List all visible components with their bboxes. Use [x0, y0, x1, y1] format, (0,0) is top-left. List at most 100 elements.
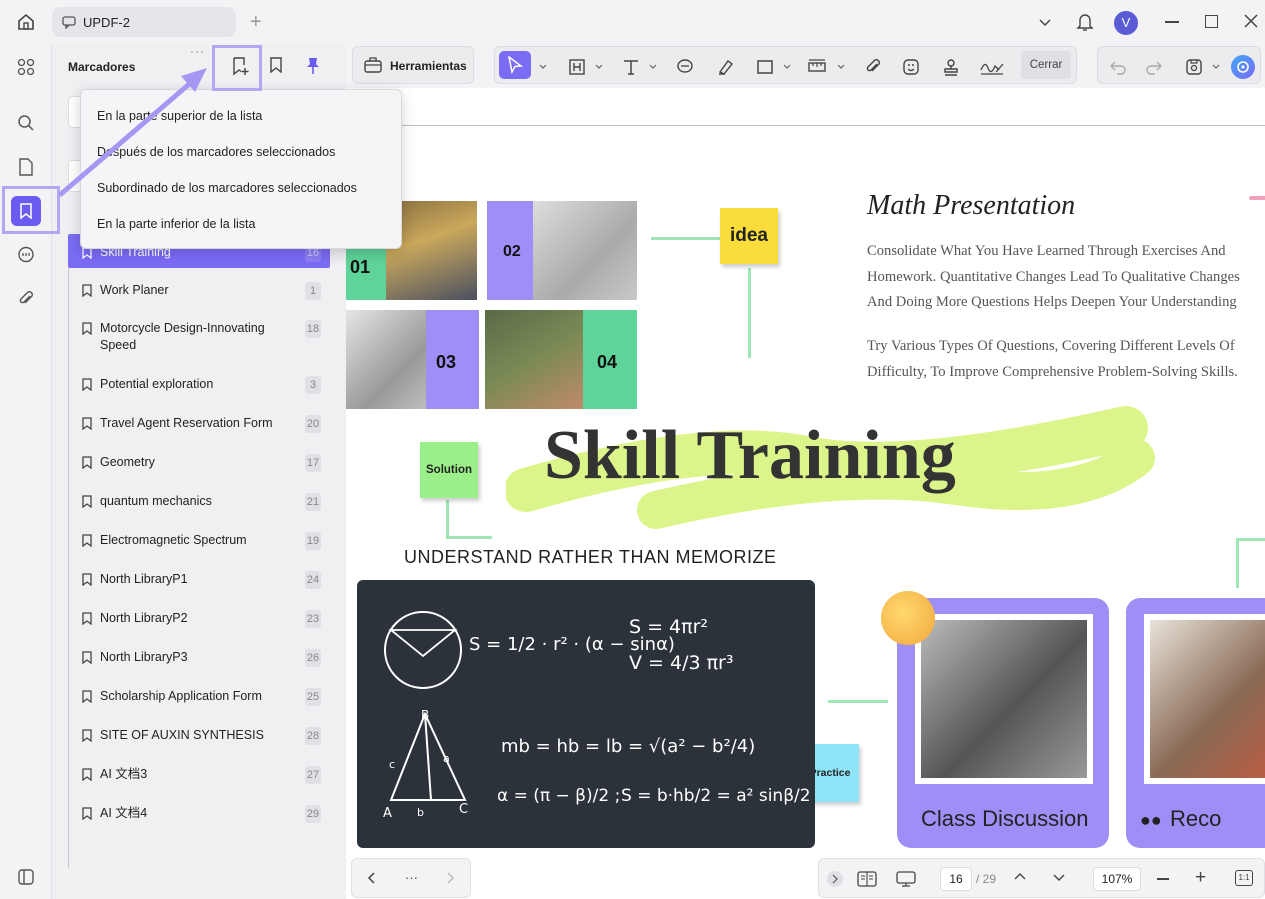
bookmark-label: Travel Agent Reservation Form	[100, 416, 273, 430]
minimize-button[interactable]	[1165, 21, 1179, 23]
bookmark-label: Scholarship Application Form	[100, 689, 262, 703]
search-icon[interactable]	[11, 108, 41, 138]
bookmark-icon	[82, 651, 92, 664]
paperclip-icon[interactable]	[863, 57, 883, 77]
page-number-input[interactable]: 16	[940, 867, 972, 891]
stamp-icon[interactable]	[941, 57, 961, 77]
thumbnails-grid-icon[interactable]	[11, 52, 41, 82]
chevron-down-icon[interactable]	[1052, 873, 1066, 883]
chevron-down-icon[interactable]	[533, 57, 553, 77]
bookmark-label: Potential exploration	[100, 377, 214, 391]
bookmark-label: Electromagnetic Spectrum	[100, 533, 247, 547]
tile-number-04: 04	[597, 352, 618, 372]
sticker-icon[interactable]	[901, 57, 921, 77]
collapse-icon[interactable]	[827, 871, 843, 887]
presentation-icon[interactable]	[895, 870, 917, 888]
drag-handle[interactable]: ···	[190, 44, 205, 58]
pin-icon[interactable]	[305, 56, 321, 76]
maximize-button[interactable]	[1205, 15, 1218, 28]
zoom-level[interactable]: 107%	[1093, 867, 1141, 891]
chevron-left-icon[interactable]	[366, 871, 376, 885]
blackboard: S = 1/2 · r² · (α − sinα) S = 4πr² V = 4…	[357, 580, 815, 848]
notification-bell-icon[interactable]	[1076, 12, 1094, 32]
bookmark-icon	[82, 534, 92, 547]
chevron-down-icon[interactable]	[831, 57, 851, 77]
text-icon[interactable]	[621, 57, 641, 77]
connector-line	[651, 237, 721, 240]
page-icon[interactable]	[11, 152, 41, 182]
bookmark-icon	[82, 456, 92, 469]
new-tab-plus-icon[interactable]: +	[250, 12, 262, 32]
page-nav-left: ···	[351, 858, 471, 898]
bookmark-page: 18	[305, 320, 321, 338]
undo-icon[interactable]	[1108, 57, 1128, 77]
math-title: Math Presentation	[867, 190, 1076, 221]
zoom-in-icon[interactable]: +	[1195, 868, 1206, 887]
headline: Skill Training	[544, 417, 956, 494]
highlighter-icon[interactable]	[715, 57, 735, 77]
ai-assistant-icon[interactable]	[1231, 55, 1255, 79]
chevron-down-icon[interactable]	[589, 57, 609, 77]
bookmark-page: 3	[305, 376, 321, 394]
attachment-icon[interactable]	[11, 284, 41, 314]
save-icon[interactable]	[1184, 57, 1204, 77]
photo-card-1: Class Discussion	[897, 598, 1109, 848]
chevron-up-icon[interactable]	[1013, 871, 1027, 881]
toolbox-icon	[363, 56, 383, 74]
bookmark-page: 17	[305, 454, 321, 472]
connector-line	[446, 500, 449, 538]
bookmark-icon	[82, 690, 92, 703]
formula-alpha: α = (π − β)/2 ;	[497, 786, 621, 806]
bookmark-label: Work Planer	[100, 283, 169, 297]
bookmark-icon	[82, 807, 92, 820]
eyes-emoji: ●●	[1140, 810, 1162, 830]
tree-guide-line	[68, 268, 69, 868]
comment-bubble-icon[interactable]	[675, 57, 695, 77]
signature-icon[interactable]	[979, 57, 1005, 77]
document-tab[interactable]: UPDF-2	[52, 7, 236, 37]
rectangle-shape-icon[interactable]	[755, 57, 775, 77]
chevron-right-icon[interactable]	[446, 871, 456, 885]
chevron-down-icon[interactable]	[1206, 57, 1226, 77]
vertex-label-a: A	[383, 806, 392, 821]
page-nav-right: 16 / 29 107% + 1:1	[818, 858, 1265, 898]
bookmark-outline-icon[interactable]	[269, 56, 283, 74]
text-box-icon[interactable]	[567, 57, 587, 77]
bookmark-page: 27	[305, 766, 321, 784]
callout-arrow	[58, 68, 207, 197]
sidebar-toggle-icon[interactable]	[11, 862, 41, 892]
class-photo-2	[1150, 620, 1265, 778]
bookmark-label: North LibraryP3	[100, 650, 188, 664]
circle-diagram	[384, 611, 462, 689]
formula-median: mb = hb = lb = √(a² − b²/4)	[501, 736, 756, 757]
bookmark-label: AI 文档4	[100, 806, 148, 820]
bookmark-icon	[82, 495, 92, 508]
tile-number-03: 03	[436, 352, 457, 372]
tools-label: Herramientas	[390, 59, 467, 73]
redo-icon[interactable]	[1144, 57, 1164, 77]
bookmark-rail-highlight	[2, 186, 60, 234]
chevron-down-icon[interactable]	[777, 57, 797, 77]
document-page: 01 02 03 04 idea Solution Practice Math …	[346, 88, 1265, 899]
user-avatar[interactable]: V	[1114, 11, 1138, 35]
more-options[interactable]: ···	[405, 870, 418, 885]
home-icon[interactable]	[16, 12, 36, 32]
note-solution: Solution	[420, 442, 478, 498]
close-window-button[interactable]	[1243, 13, 1259, 29]
chat-icon	[62, 15, 76, 29]
select-tool-active[interactable]	[499, 51, 531, 79]
chevron-down-icon[interactable]	[643, 57, 663, 77]
vertex-label-b: B	[421, 708, 430, 722]
page-layout-icon[interactable]	[857, 870, 877, 888]
bookmark-label: Motorcycle Design-Innovating Speed	[100, 321, 265, 352]
class-photo-1	[921, 620, 1087, 778]
measure-icon[interactable]	[807, 57, 827, 77]
zoom-out-icon[interactable]	[1157, 878, 1169, 880]
tools-button[interactable]: Herramientas	[352, 46, 474, 84]
chevron-down-icon[interactable]	[1037, 14, 1053, 30]
fit-page-icon[interactable]: 1:1	[1235, 870, 1253, 886]
tile-number-01: 01	[350, 257, 371, 277]
comment-icon[interactable]	[11, 240, 41, 270]
close-tools-button[interactable]: Cerrar	[1021, 51, 1071, 79]
dropdown-item-bottom[interactable]: En la parte inferior de la lista	[97, 217, 255, 231]
